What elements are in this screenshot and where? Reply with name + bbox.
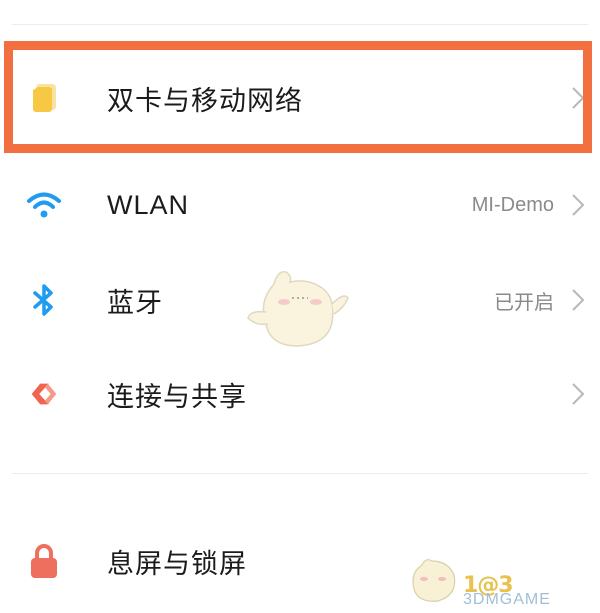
settings-item-wlan[interactable]: WLAN MI-Demo: [0, 160, 600, 250]
wifi-icon: [26, 187, 62, 223]
bluetooth-icon: [26, 282, 62, 318]
mascot-watermark: [247, 271, 349, 347]
top-divider: [12, 24, 588, 25]
sim-card-icon: [26, 80, 62, 116]
connection-share-icon: [26, 376, 62, 412]
settings-item-label: 双卡与移动网络: [107, 85, 303, 117]
wlan-network-name: MI-Demo: [471, 193, 554, 216]
settings-item-dual-sim[interactable]: 双卡与移动网络: [0, 53, 600, 143]
settings-item-connection-share[interactable]: 连接与共享: [0, 349, 600, 439]
chevron-right-icon: [572, 194, 585, 216]
chevron-right-icon: [572, 87, 585, 109]
mascot-watermark-small: [412, 559, 456, 602]
bluetooth-status: 已开启: [494, 291, 554, 314]
settings-item-label: 息屏与锁屏: [107, 548, 247, 580]
section-divider: [12, 473, 588, 474]
settings-item-label: 蓝牙: [107, 287, 163, 319]
lock-icon: [26, 543, 62, 579]
settings-item-label: 连接与共享: [107, 381, 247, 413]
watermark-site: 3DMGAME: [463, 591, 551, 608]
chevron-right-icon: [572, 289, 585, 311]
settings-item-label: WLAN: [107, 189, 190, 220]
chevron-right-icon: [572, 383, 585, 405]
